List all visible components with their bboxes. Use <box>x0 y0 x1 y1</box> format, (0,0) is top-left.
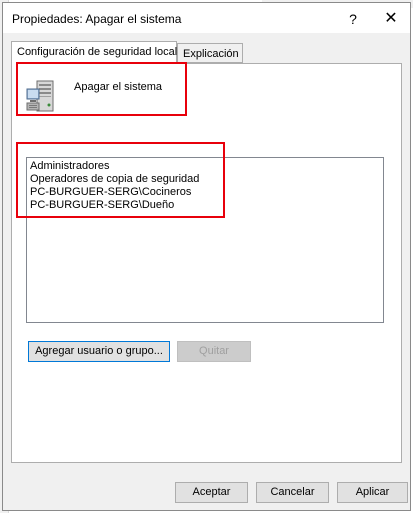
tab-label: Configuración de seguridad local <box>17 46 178 58</box>
list-item[interactable]: Administradores <box>30 160 380 173</box>
title-bar: Propiedades: Apagar el sistema ? ✕ <box>3 3 410 33</box>
tab-local-security-setting[interactable]: Configuración de seguridad local <box>11 41 177 64</box>
add-user-or-group-button[interactable]: Agregar usuario o grupo... <box>28 341 170 362</box>
dialog-body: Configuración de seguridad local Explica… <box>3 33 410 510</box>
ok-button[interactable]: Aceptar <box>175 482 248 503</box>
list-item[interactable]: Operadores de copia de seguridad <box>30 173 380 186</box>
dialog-title: Propiedades: Apagar el sistema <box>12 12 182 26</box>
properties-dialog: Propiedades: Apagar el sistema ? ✕ Confi… <box>2 2 411 511</box>
tab-explanation[interactable]: Explicación <box>177 43 243 63</box>
remove-button[interactable]: Quitar <box>177 341 251 362</box>
help-button[interactable]: ? <box>343 9 363 29</box>
close-button[interactable]: ✕ <box>379 8 403 30</box>
list-item[interactable]: PC-BURGUER-SERG\Cocineros <box>30 186 380 199</box>
policy-name: Apagar el sistema <box>74 81 163 93</box>
cancel-button[interactable]: Cancelar <box>256 482 329 503</box>
tab-panel: Apagar el sistema Administradores Operad… <box>11 63 402 463</box>
apply-button[interactable]: Aplicar <box>337 482 408 503</box>
tab-label: Explicación <box>183 48 239 60</box>
server-computer-icon <box>26 80 58 114</box>
assigned-users-list[interactable]: Administradores Operadores de copia de s… <box>26 157 384 323</box>
list-item[interactable]: PC-BURGUER-SERG\Dueño <box>30 199 380 212</box>
